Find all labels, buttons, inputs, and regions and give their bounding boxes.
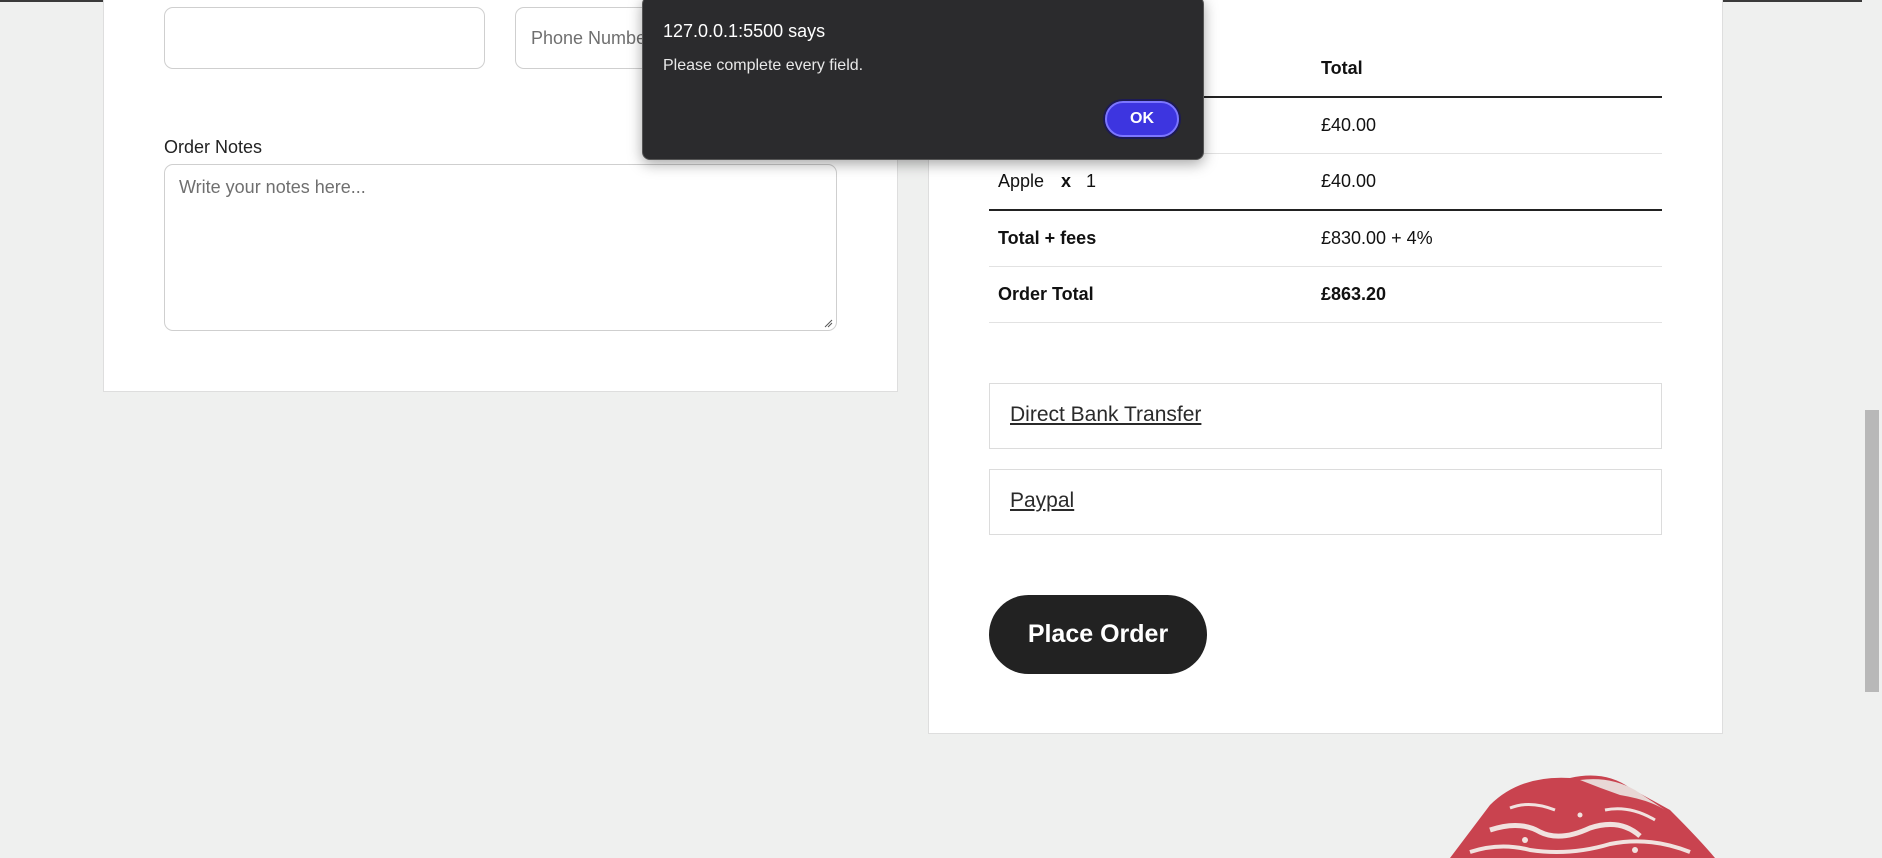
order-items-divider <box>989 209 1662 211</box>
payment-method-paypal[interactable]: Paypal <box>989 469 1662 535</box>
billing-field-input[interactable] <box>164 7 485 69</box>
order-row-2-product: Apple <box>998 171 1045 191</box>
order-row-2-qty: 1 <box>1086 171 1097 191</box>
alert-ok-button[interactable]: OK <box>1105 101 1179 137</box>
alert-dialog: 127.0.0.1:5500 says Please complete ever… <box>642 0 1204 160</box>
order-notes-label: Order Notes <box>164 137 263 157</box>
bank-transfer-link[interactable]: Direct Bank Transfer <box>1010 403 1201 427</box>
alert-dialog-message: Please complete every field. <box>663 57 864 74</box>
page-scrollbar-thumb[interactable] <box>1865 410 1879 692</box>
order-row-1-total: £40.00 <box>1321 115 1377 135</box>
order-row-divider <box>989 322 1662 323</box>
alert-dialog-title: 127.0.0.1:5500 says <box>663 21 826 41</box>
order-row-2-qty-separator: x <box>1061 171 1072 191</box>
order-table-header-total: Total <box>1321 58 1363 78</box>
paypal-link[interactable]: Paypal <box>1010 489 1074 513</box>
order-notes-textarea[interactable] <box>164 164 837 331</box>
total-fees-value: £830.00 + 4% <box>1321 228 1433 248</box>
place-order-button[interactable]: Place Order <box>989 595 1207 674</box>
order-total-label: Order Total <box>998 284 1094 304</box>
wagyu-beef-image <box>1450 775 1715 858</box>
order-row-2-total: £40.00 <box>1321 171 1377 191</box>
resize-grip-icon[interactable] <box>823 318 833 328</box>
order-row-divider <box>989 266 1662 267</box>
order-total-value: £863.20 <box>1321 284 1387 304</box>
total-fees-label: Total + fees <box>998 228 1097 248</box>
payment-method-bank-transfer[interactable]: Direct Bank Transfer <box>989 383 1662 449</box>
